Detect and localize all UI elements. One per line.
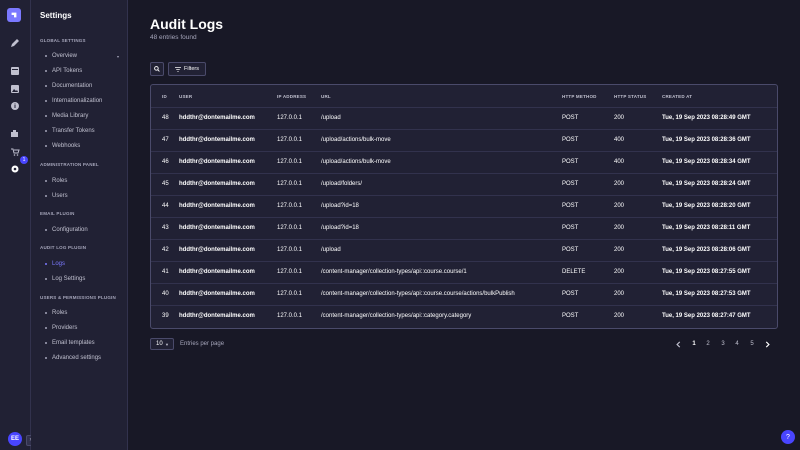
section-global-settings: Global Settings (40, 38, 86, 43)
nav-item-roles[interactable]: Roles (45, 178, 125, 184)
filter-icon (175, 66, 181, 72)
notification-badge: 1 (20, 156, 28, 164)
page-1-link[interactable]: 1 (688, 338, 700, 350)
page-3-link[interactable]: 3 (717, 338, 729, 350)
content-type-builder-icon[interactable] (10, 66, 20, 76)
page-5-link[interactable]: 5 (746, 338, 758, 350)
column-header-id[interactable]: ID (162, 94, 167, 99)
marketplace-cart-icon[interactable] (10, 147, 20, 157)
app-logo[interactable] (7, 8, 21, 22)
chevron-down-icon: ▾ (116, 53, 119, 59)
table-row[interactable]: 46 hddthr@dontemailme.com 127.0.0.1 /upl… (151, 151, 777, 174)
column-header-url[interactable]: URL (321, 94, 331, 99)
nav-item-webhooks[interactable]: Webhooks (45, 143, 125, 149)
nav-item-logs[interactable]: Logs (45, 261, 125, 267)
page-2-link[interactable]: 2 (702, 338, 714, 350)
table-row[interactable]: 43 hddthr@dontemailme.com 127.0.0.1 /upl… (151, 217, 777, 240)
chevron-right-icon (765, 340, 770, 348)
main-content: Audit Logs 48 entries found Filters ID U… (128, 0, 800, 450)
nav-item-documentation[interactable]: Documentation (45, 83, 125, 89)
table-row[interactable]: 48 hddthr@dontemailme.com 127.0.0.1 /upl… (151, 107, 777, 130)
chevron-down-icon: ▼ (165, 341, 169, 347)
plugins-icon[interactable] (10, 128, 20, 138)
nav-item-email-templates[interactable]: Email templates (45, 340, 125, 346)
filters-button[interactable]: Filters (168, 62, 206, 76)
section-email-plugin: Email Plugin (40, 211, 75, 216)
search-icon (154, 66, 160, 72)
nav-item-overview[interactable]: Overview ▾ (45, 53, 125, 59)
subnav-title: Settings (40, 11, 72, 20)
table-row[interactable]: 44 hddthr@dontemailme.com 127.0.0.1 /upl… (151, 195, 777, 218)
nav-item-configuration[interactable]: Configuration (45, 227, 125, 233)
table-row[interactable]: 47 hddthr@dontemailme.com 127.0.0.1 /upl… (151, 129, 777, 152)
next-page-button[interactable] (762, 338, 774, 350)
help-button[interactable]: ? (781, 430, 795, 444)
column-header-http-status[interactable]: HTTP Status (614, 94, 646, 99)
table-row[interactable]: 41 hddthr@dontemailme.com 127.0.0.1 /con… (151, 261, 777, 284)
nav-item-advanced-settings[interactable]: Advanced settings (45, 355, 125, 361)
column-header-user[interactable]: User (179, 94, 192, 99)
table-row[interactable]: 40 hddthr@dontemailme.com 127.0.0.1 /con… (151, 283, 777, 306)
page-4-link[interactable]: 4 (731, 338, 743, 350)
nav-item-providers[interactable]: Providers (45, 325, 125, 331)
media-library-icon[interactable] (10, 84, 20, 94)
chevron-left-icon (676, 340, 681, 348)
table-row[interactable]: 45 hddthr@dontemailme.com 127.0.0.1 /upl… (151, 173, 777, 196)
audit-logs-table: ID User IP Address URL HTTP Method HTTP … (150, 84, 778, 329)
section-audit-log-plugin: Audit Log Plugin (40, 245, 87, 250)
nav-item-media-library[interactable]: Media Library (45, 113, 125, 119)
user-avatar[interactable]: EE (8, 432, 22, 446)
table-row[interactable]: 39 hddthr@dontemailme.com 127.0.0.1 /con… (151, 305, 777, 327)
page-title: Audit Logs (150, 16, 224, 32)
main-nav-rail: 1 EE › (0, 0, 35, 450)
nav-item-log-settings[interactable]: Log Settings (45, 276, 125, 282)
entries-per-page-label: Entries per page (180, 341, 225, 347)
entries-count: 48 entries found (150, 34, 197, 41)
column-header-ip-address[interactable]: IP Address (277, 94, 306, 99)
nav-item-transfer-tokens[interactable]: Transfer Tokens (45, 128, 125, 134)
nav-item-api-tokens[interactable]: API Tokens (45, 68, 125, 74)
section-users-permissions-plugin: Users & Permissions Plugin (40, 295, 116, 300)
column-header-created-at[interactable]: Created At (662, 94, 692, 99)
nav-item-up-roles[interactable]: Roles (45, 310, 125, 316)
previous-page-button[interactable] (672, 338, 684, 350)
nav-item-internationalization[interactable]: Internationalization (45, 98, 125, 104)
table-row[interactable]: 42 hddthr@dontemailme.com 127.0.0.1 /upl… (151, 239, 777, 262)
entries-per-page-select[interactable]: 10 ▼ (150, 338, 174, 350)
info-icon[interactable] (10, 101, 20, 111)
settings-gear-icon[interactable] (10, 164, 20, 174)
logo-icon (11, 12, 17, 18)
section-administration-panel: Administration Panel (40, 162, 99, 167)
settings-subnav: Settings Global Settings Overview ▾ API … (31, 0, 128, 450)
content-manager-icon[interactable] (10, 38, 20, 48)
column-header-http-method[interactable]: HTTP Method (562, 94, 597, 99)
search-button[interactable] (150, 62, 164, 76)
nav-item-users[interactable]: Users (45, 193, 125, 199)
table-header: ID User IP Address URL HTTP Method HTTP … (151, 85, 777, 108)
